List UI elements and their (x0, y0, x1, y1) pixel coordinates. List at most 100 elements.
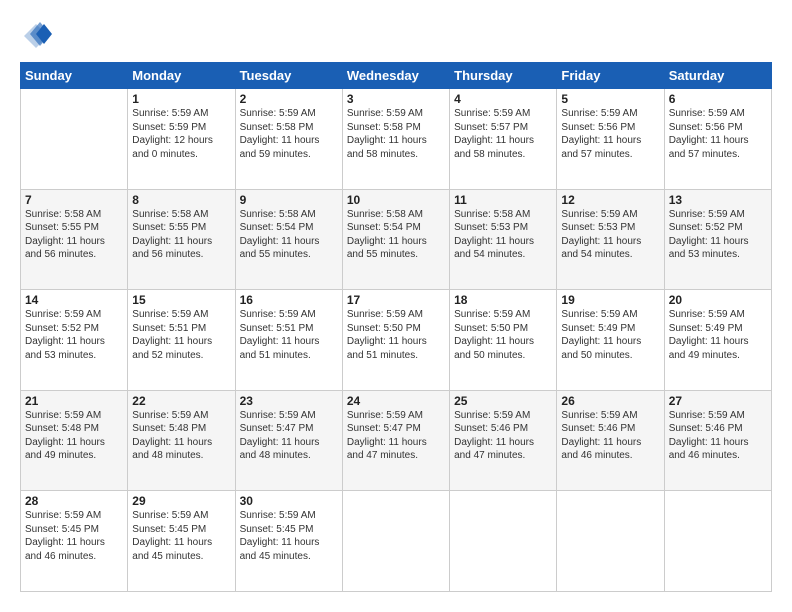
day-info: Sunrise: 5:59 AMSunset: 5:56 PMDaylight:… (669, 107, 767, 161)
calendar-cell: 29Sunrise: 5:59 AMSunset: 5:45 PMDayligh… (128, 491, 235, 592)
calendar-cell: 4Sunrise: 5:59 AMSunset: 5:57 PMDaylight… (450, 89, 557, 190)
day-number: 8 (132, 193, 230, 207)
day-number: 16 (240, 293, 338, 307)
day-number: 1 (132, 92, 230, 106)
day-info: Sunrise: 5:58 AMSunset: 5:54 PMDaylight:… (347, 208, 445, 262)
day-number: 4 (454, 92, 552, 106)
day-number: 27 (669, 394, 767, 408)
day-number: 13 (669, 193, 767, 207)
weekday-header: Friday (557, 63, 664, 89)
calendar-cell: 9Sunrise: 5:58 AMSunset: 5:54 PMDaylight… (235, 189, 342, 290)
calendar-cell: 24Sunrise: 5:59 AMSunset: 5:47 PMDayligh… (342, 390, 449, 491)
calendar-cell: 21Sunrise: 5:59 AMSunset: 5:48 PMDayligh… (21, 390, 128, 491)
day-number: 25 (454, 394, 552, 408)
day-number: 26 (561, 394, 659, 408)
calendar-cell: 16Sunrise: 5:59 AMSunset: 5:51 PMDayligh… (235, 290, 342, 391)
day-number: 14 (25, 293, 123, 307)
weekday-header: Saturday (664, 63, 771, 89)
day-info: Sunrise: 5:59 AMSunset: 5:46 PMDaylight:… (454, 409, 552, 463)
day-info: Sunrise: 5:58 AMSunset: 5:55 PMDaylight:… (132, 208, 230, 262)
calendar-cell (450, 491, 557, 592)
calendar-cell: 15Sunrise: 5:59 AMSunset: 5:51 PMDayligh… (128, 290, 235, 391)
day-info: Sunrise: 5:59 AMSunset: 5:45 PMDaylight:… (25, 509, 123, 563)
calendar-cell: 7Sunrise: 5:58 AMSunset: 5:55 PMDaylight… (21, 189, 128, 290)
day-number: 15 (132, 293, 230, 307)
day-info: Sunrise: 5:59 AMSunset: 5:52 PMDaylight:… (25, 308, 123, 362)
calendar-cell: 3Sunrise: 5:59 AMSunset: 5:58 PMDaylight… (342, 89, 449, 190)
weekday-header: Monday (128, 63, 235, 89)
day-number: 29 (132, 494, 230, 508)
calendar-table: SundayMondayTuesdayWednesdayThursdayFrid… (20, 62, 772, 592)
day-info: Sunrise: 5:59 AMSunset: 5:49 PMDaylight:… (669, 308, 767, 362)
calendar-week-row: 28Sunrise: 5:59 AMSunset: 5:45 PMDayligh… (21, 491, 772, 592)
day-info: Sunrise: 5:59 AMSunset: 5:52 PMDaylight:… (669, 208, 767, 262)
day-number: 5 (561, 92, 659, 106)
weekday-header: Thursday (450, 63, 557, 89)
weekday-header-row: SundayMondayTuesdayWednesdayThursdayFrid… (21, 63, 772, 89)
day-info: Sunrise: 5:59 AMSunset: 5:45 PMDaylight:… (240, 509, 338, 563)
day-number: 9 (240, 193, 338, 207)
day-number: 24 (347, 394, 445, 408)
calendar-cell: 12Sunrise: 5:59 AMSunset: 5:53 PMDayligh… (557, 189, 664, 290)
calendar-cell: 20Sunrise: 5:59 AMSunset: 5:49 PMDayligh… (664, 290, 771, 391)
day-number: 17 (347, 293, 445, 307)
day-info: Sunrise: 5:59 AMSunset: 5:48 PMDaylight:… (132, 409, 230, 463)
day-info: Sunrise: 5:59 AMSunset: 5:57 PMDaylight:… (454, 107, 552, 161)
calendar-cell: 23Sunrise: 5:59 AMSunset: 5:47 PMDayligh… (235, 390, 342, 491)
calendar-cell: 22Sunrise: 5:59 AMSunset: 5:48 PMDayligh… (128, 390, 235, 491)
calendar-cell: 11Sunrise: 5:58 AMSunset: 5:53 PMDayligh… (450, 189, 557, 290)
day-info: Sunrise: 5:59 AMSunset: 5:56 PMDaylight:… (561, 107, 659, 161)
day-info: Sunrise: 5:59 AMSunset: 5:50 PMDaylight:… (347, 308, 445, 362)
calendar-cell (342, 491, 449, 592)
calendar-cell: 17Sunrise: 5:59 AMSunset: 5:50 PMDayligh… (342, 290, 449, 391)
day-number: 20 (669, 293, 767, 307)
day-number: 30 (240, 494, 338, 508)
calendar-cell: 5Sunrise: 5:59 AMSunset: 5:56 PMDaylight… (557, 89, 664, 190)
day-number: 11 (454, 193, 552, 207)
day-info: Sunrise: 5:59 AMSunset: 5:46 PMDaylight:… (669, 409, 767, 463)
calendar-cell: 2Sunrise: 5:59 AMSunset: 5:58 PMDaylight… (235, 89, 342, 190)
day-info: Sunrise: 5:59 AMSunset: 5:48 PMDaylight:… (25, 409, 123, 463)
calendar-cell: 13Sunrise: 5:59 AMSunset: 5:52 PMDayligh… (664, 189, 771, 290)
day-number: 22 (132, 394, 230, 408)
day-number: 28 (25, 494, 123, 508)
day-info: Sunrise: 5:59 AMSunset: 5:45 PMDaylight:… (132, 509, 230, 563)
logo (20, 20, 54, 52)
calendar-cell: 18Sunrise: 5:59 AMSunset: 5:50 PMDayligh… (450, 290, 557, 391)
day-info: Sunrise: 5:59 AMSunset: 5:46 PMDaylight:… (561, 409, 659, 463)
day-number: 10 (347, 193, 445, 207)
calendar-cell: 6Sunrise: 5:59 AMSunset: 5:56 PMDaylight… (664, 89, 771, 190)
day-info: Sunrise: 5:59 AMSunset: 5:50 PMDaylight:… (454, 308, 552, 362)
calendar-cell: 1Sunrise: 5:59 AMSunset: 5:59 PMDaylight… (128, 89, 235, 190)
calendar-cell: 28Sunrise: 5:59 AMSunset: 5:45 PMDayligh… (21, 491, 128, 592)
day-number: 3 (347, 92, 445, 106)
day-info: Sunrise: 5:59 AMSunset: 5:59 PMDaylight:… (132, 107, 230, 161)
day-info: Sunrise: 5:59 AMSunset: 5:51 PMDaylight:… (240, 308, 338, 362)
calendar-week-row: 14Sunrise: 5:59 AMSunset: 5:52 PMDayligh… (21, 290, 772, 391)
day-number: 6 (669, 92, 767, 106)
day-number: 21 (25, 394, 123, 408)
day-info: Sunrise: 5:59 AMSunset: 5:51 PMDaylight:… (132, 308, 230, 362)
day-number: 18 (454, 293, 552, 307)
calendar-cell: 14Sunrise: 5:59 AMSunset: 5:52 PMDayligh… (21, 290, 128, 391)
day-number: 23 (240, 394, 338, 408)
calendar-cell: 30Sunrise: 5:59 AMSunset: 5:45 PMDayligh… (235, 491, 342, 592)
day-number: 2 (240, 92, 338, 106)
day-number: 19 (561, 293, 659, 307)
calendar-week-row: 21Sunrise: 5:59 AMSunset: 5:48 PMDayligh… (21, 390, 772, 491)
day-info: Sunrise: 5:59 AMSunset: 5:58 PMDaylight:… (347, 107, 445, 161)
day-info: Sunrise: 5:59 AMSunset: 5:49 PMDaylight:… (561, 308, 659, 362)
day-info: Sunrise: 5:59 AMSunset: 5:47 PMDaylight:… (347, 409, 445, 463)
weekday-header: Tuesday (235, 63, 342, 89)
weekday-header: Sunday (21, 63, 128, 89)
calendar-cell (557, 491, 664, 592)
calendar-cell: 8Sunrise: 5:58 AMSunset: 5:55 PMDaylight… (128, 189, 235, 290)
day-info: Sunrise: 5:59 AMSunset: 5:58 PMDaylight:… (240, 107, 338, 161)
calendar-cell: 25Sunrise: 5:59 AMSunset: 5:46 PMDayligh… (450, 390, 557, 491)
calendar-cell (21, 89, 128, 190)
calendar-week-row: 1Sunrise: 5:59 AMSunset: 5:59 PMDaylight… (21, 89, 772, 190)
day-info: Sunrise: 5:59 AMSunset: 5:53 PMDaylight:… (561, 208, 659, 262)
calendar-cell: 27Sunrise: 5:59 AMSunset: 5:46 PMDayligh… (664, 390, 771, 491)
calendar-cell: 10Sunrise: 5:58 AMSunset: 5:54 PMDayligh… (342, 189, 449, 290)
day-info: Sunrise: 5:58 AMSunset: 5:53 PMDaylight:… (454, 208, 552, 262)
